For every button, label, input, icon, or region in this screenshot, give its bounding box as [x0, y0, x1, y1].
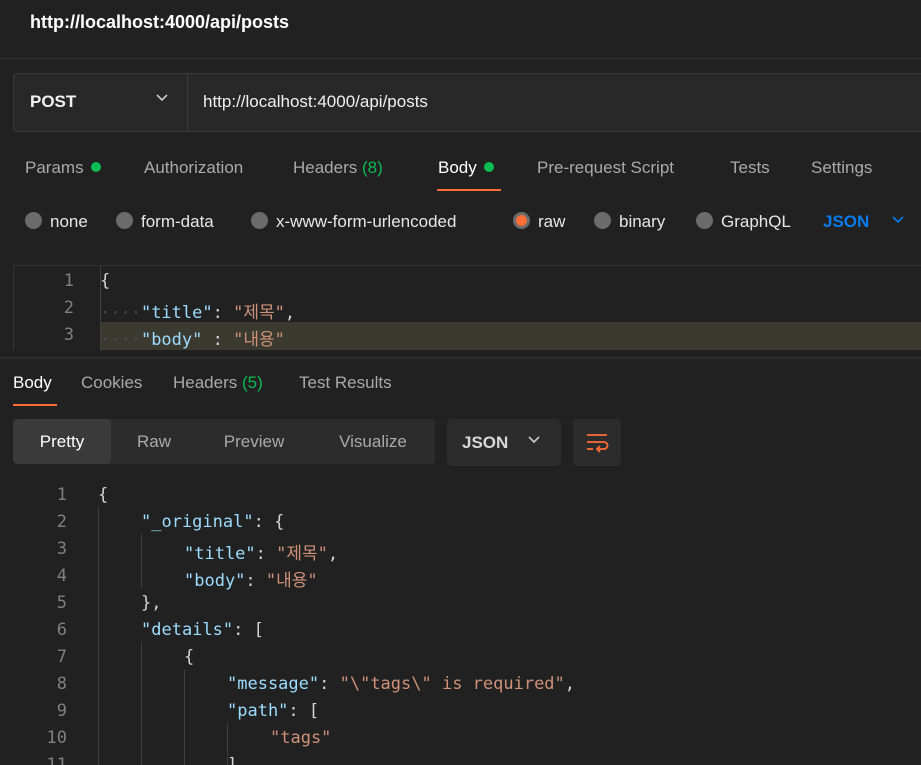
radio-circle-icon — [696, 212, 713, 230]
line-number: 6 — [56, 620, 67, 640]
code-line: ], — [227, 755, 248, 765]
tab-authorization[interactable]: Authorization — [144, 158, 243, 192]
code-line: "body": "내용" — [184, 571, 318, 591]
radio-x-www-form-urlencoded[interactable]: x-www-form-urlencoded — [251, 212, 456, 232]
tab-label: Settings — [811, 158, 873, 177]
chevron-down-icon[interactable] — [891, 212, 905, 231]
code-line: "title": "제목", — [184, 544, 339, 564]
radio-label: GraphQL — [721, 212, 791, 231]
method-select[interactable]: POST — [14, 74, 188, 131]
tab-label: Headers — [293, 158, 358, 177]
tab-count-badge: (8) — [362, 158, 383, 177]
view-preview-button[interactable]: Preview — [197, 419, 311, 464]
code-line: "path": [ — [227, 701, 320, 721]
request-title[interactable]: http://localhost:4000/api/posts — [30, 12, 289, 33]
response-tab-headers[interactable]: Headers (5) — [173, 373, 263, 393]
code-line: { — [98, 485, 109, 505]
radio-binary[interactable]: binary — [594, 212, 665, 232]
radio-circle-icon — [251, 212, 268, 230]
code-line: { — [184, 647, 195, 667]
response-tab-test-results[interactable]: Test Results — [299, 373, 392, 393]
chevron-down-icon — [155, 90, 169, 109]
radio-none[interactable]: none — [25, 212, 88, 232]
code-line: ····"body" : "내용" — [100, 330, 285, 350]
radio-circle-icon — [116, 212, 133, 230]
radio-selected-icon — [513, 212, 530, 230]
radio-raw[interactable]: raw — [513, 212, 565, 232]
view-raw-button[interactable]: Raw — [111, 419, 197, 464]
radio-label: raw — [538, 212, 566, 231]
tab-label: Body — [438, 158, 477, 177]
view-visualize-button[interactable]: Visualize — [311, 419, 435, 464]
tab-label: Authorization — [144, 158, 244, 177]
request-bar: POST http://localhost:4000/api/posts — [13, 73, 921, 132]
method-label: POST — [30, 92, 77, 111]
tab-label: Pre-request Script — [537, 158, 674, 177]
response-tab-body[interactable]: Body — [13, 373, 52, 393]
line-number: 1 — [63, 271, 74, 291]
indent-guide — [184, 669, 185, 765]
tab-count-badge: (5) — [242, 373, 263, 392]
code-line: ····"title": "제목", — [100, 303, 296, 323]
indent-guide — [141, 642, 142, 765]
tab-label: Params — [25, 158, 84, 177]
radio-circle-icon — [25, 212, 42, 230]
indent-guide — [141, 534, 142, 588]
line-number: 5 — [56, 593, 67, 613]
request-body-editor[interactable]: 1 2 3 { ····"title": "제목", ····"body" : … — [13, 265, 921, 351]
url-input[interactable]: http://localhost:4000/api/posts — [203, 92, 428, 112]
radio-label: form-data — [141, 212, 214, 231]
tab-headers[interactable]: Headers (8) — [293, 158, 383, 192]
view-pretty-button[interactable]: Pretty — [13, 419, 111, 464]
line-number: 3 — [63, 325, 74, 345]
radio-circle-icon — [594, 212, 611, 230]
wrap-lines-icon — [587, 434, 609, 453]
tab-body[interactable]: Body — [438, 158, 494, 192]
code-line: "_original": { — [141, 512, 285, 532]
pane-divider[interactable] — [0, 357, 921, 359]
status-dot-icon — [483, 161, 494, 172]
line-number: 10 — [46, 728, 67, 748]
active-tab-indicator — [13, 404, 57, 406]
response-format-select[interactable]: JSON — [447, 419, 561, 466]
wrap-lines-button[interactable] — [573, 419, 621, 466]
radio-form-data[interactable]: form-data — [116, 212, 214, 232]
line-number: 2 — [56, 512, 67, 532]
code-line: "details": [ — [141, 620, 264, 640]
chevron-down-icon — [527, 432, 541, 451]
format-label: JSON — [462, 433, 509, 452]
line-number: 1 — [56, 485, 67, 505]
code-line: "tags" — [270, 728, 332, 748]
active-tab-indicator — [437, 189, 501, 191]
response-tab-cookies[interactable]: Cookies — [81, 373, 142, 393]
raw-format-select[interactable]: JSON — [823, 212, 869, 232]
line-number: 4 — [56, 566, 67, 586]
tab-tests[interactable]: Tests — [730, 158, 770, 192]
line-number: 11 — [46, 755, 67, 765]
code-line: { — [100, 271, 111, 291]
tab-pre-request-script[interactable]: Pre-request Script — [537, 158, 674, 192]
radio-label: none — [50, 212, 88, 231]
request-title-bar: http://localhost:4000/api/posts — [0, 0, 921, 59]
tab-label: Headers — [173, 373, 238, 392]
line-number: 9 — [56, 701, 67, 721]
tab-label: Tests — [730, 158, 770, 177]
radio-label: binary — [619, 212, 666, 231]
response-view-selector: Pretty Raw Preview Visualize — [13, 419, 435, 464]
radio-graphql[interactable]: GraphQL — [696, 212, 791, 232]
line-number: 8 — [56, 674, 67, 694]
tab-settings[interactable]: Settings — [811, 158, 872, 192]
tab-params[interactable]: Params — [25, 158, 101, 192]
indent-guide — [98, 507, 99, 765]
radio-label: x-www-form-urlencoded — [276, 212, 457, 231]
line-number: 7 — [56, 647, 67, 667]
status-dot-icon — [90, 161, 101, 172]
line-number: 3 — [56, 539, 67, 559]
line-number: 2 — [63, 298, 74, 318]
code-line: "message": "\"tags\" is required", — [227, 674, 576, 694]
response-body-viewer[interactable]: 1 2 3 4 5 6 7 8 9 10 11 { "_original": {… — [0, 480, 921, 765]
code-line: }, — [141, 593, 162, 613]
